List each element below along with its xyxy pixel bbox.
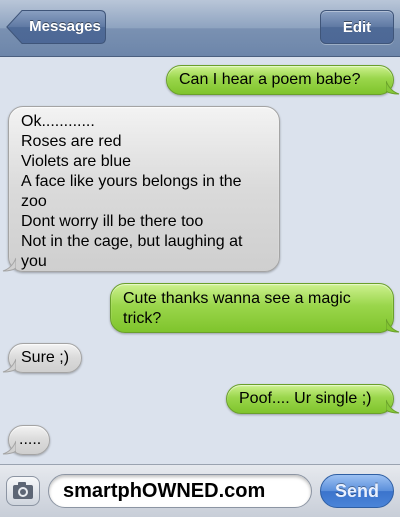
camera-button[interactable] xyxy=(6,476,40,506)
message-text: zoo xyxy=(21,193,47,210)
message-thread[interactable]: Can I hear a poem babe? Ok............ R… xyxy=(0,57,400,462)
message-text: Poof.... Ur single ;) xyxy=(239,390,372,407)
message-text: Cute thanks wanna see a magic xyxy=(123,290,351,307)
bubble-tail xyxy=(2,358,16,373)
message-text-field[interactable]: smartphOWNED.com xyxy=(48,474,312,508)
message-text: you xyxy=(21,253,47,270)
camera-icon xyxy=(13,482,33,499)
message-bubble-received[interactable]: Ok............ Roses are red Violets are… xyxy=(2,106,280,272)
back-button-label: Messages xyxy=(29,18,101,35)
navigation-bar: Messages Edit xyxy=(0,0,400,57)
message-text: trick? xyxy=(123,310,162,327)
message-text: Can I hear a poem babe? xyxy=(179,71,361,88)
bubble-tail xyxy=(386,399,400,414)
message-text: ..... xyxy=(19,431,42,448)
message-text: Dont worry ill be there too xyxy=(21,213,204,230)
message-bubble-sent[interactable]: Cute thanks wanna see a magic trick? xyxy=(110,283,400,333)
message-text: Roses are red xyxy=(21,133,122,150)
bubble-tail xyxy=(2,257,16,272)
bubble-tail xyxy=(386,318,400,333)
bubble-tail xyxy=(2,440,16,455)
message-text: Violets are blue xyxy=(21,153,131,170)
message-text: Ok............ xyxy=(21,113,95,130)
message-text: A face like yours belongs in the xyxy=(21,173,242,190)
edit-button[interactable]: Edit xyxy=(320,10,394,44)
message-text: Not in the cage, but laughing at xyxy=(21,233,243,250)
message-text: Sure ;) xyxy=(21,349,70,366)
bubble-tail xyxy=(386,80,400,95)
message-input-bar: smartphOWNED.com Send xyxy=(0,464,400,517)
back-button[interactable]: Messages xyxy=(6,10,106,44)
message-bubble-received[interactable]: Sure ;) xyxy=(2,343,82,373)
send-button[interactable]: Send xyxy=(320,474,394,508)
message-bubble-sent[interactable]: Can I hear a poem babe? xyxy=(166,65,400,95)
message-bubble-sent[interactable]: Poof.... Ur single ;) xyxy=(226,384,400,414)
message-bubble-received[interactable]: ..... xyxy=(2,425,50,455)
